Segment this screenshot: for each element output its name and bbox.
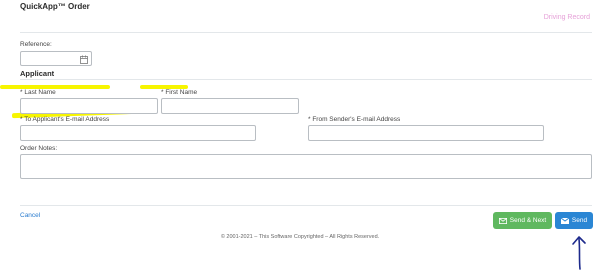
applicant-divider: [20, 79, 592, 80]
product-name: Driving Record: [543, 14, 590, 21]
to-email-label: * To Applicant's E-mail Address: [20, 116, 110, 123]
applicant-heading: Applicant: [20, 69, 55, 78]
last-name-input[interactable]: [20, 98, 158, 114]
copyright-footer: © 2001-2021 – This Software Copyrighted …: [220, 234, 380, 240]
from-email-input[interactable]: [308, 125, 544, 141]
cancel-link[interactable]: Cancel: [20, 212, 40, 219]
from-email-label: * From Sender's E-mail Address: [308, 116, 401, 123]
calendar-icon[interactable]: [80, 55, 88, 64]
reference-label: Reference:: [20, 41, 52, 48]
envelope-icon: [560, 217, 569, 224]
reference-input[interactable]: [20, 51, 92, 66]
page-title: QuickApp™ Order: [20, 2, 90, 11]
envelope-icon: [498, 217, 507, 224]
to-email-input[interactable]: [20, 125, 256, 141]
footer-divider: [20, 205, 592, 206]
send-label: Send: [571, 217, 588, 224]
first-name-input[interactable]: [161, 98, 299, 114]
last-name-label: * Last Name: [20, 89, 56, 96]
order-notes-textarea[interactable]: [20, 154, 592, 179]
arrow-up-icon: [572, 236, 586, 270]
send-button[interactable]: Send: [555, 212, 593, 229]
header-divider: [20, 32, 592, 33]
first-name-label: * First Name: [161, 89, 198, 96]
send-next-button[interactable]: Send & Next: [493, 212, 552, 229]
send-next-label: Send & Next: [509, 217, 547, 224]
order-notes-label: Order Notes:: [20, 145, 58, 152]
